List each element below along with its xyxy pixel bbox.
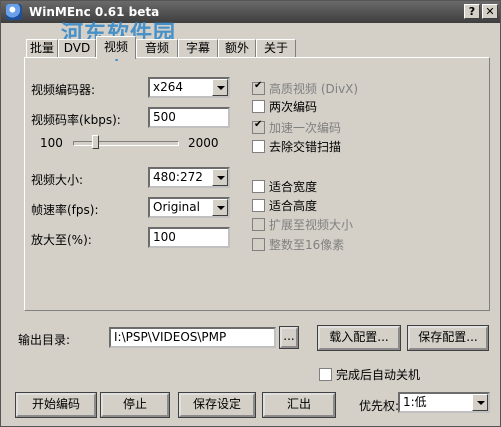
chevron-down-icon[interactable] <box>472 394 488 411</box>
zoom-label: 放大至(%): <box>31 233 92 247</box>
tab-audio[interactable]: 音频 <box>136 39 178 58</box>
save-config-button[interactable]: 保存配置... <box>408 326 488 350</box>
priority-value: 1:低 <box>403 395 427 409</box>
size-label: 视频大小: <box>31 173 84 187</box>
encoder-label: 视频编码器: <box>31 83 96 97</box>
start-encode-button[interactable]: 开始编码 <box>16 393 96 417</box>
fit-width-label: 适合宽度 <box>269 180 318 194</box>
checkbox-box[interactable] <box>252 119 265 134</box>
deinterlace-checkbox[interactable]: 去除交错扫描 <box>252 138 341 155</box>
close-button[interactable]: ✕ <box>482 4 498 19</box>
round-16-checkbox[interactable]: 整数至16像素 <box>252 236 344 253</box>
hq-video-checkbox[interactable]: 高质视频 (DivX) <box>252 80 358 97</box>
fast-first-pass-checkbox[interactable]: 加速一次编码 <box>252 119 341 136</box>
round-16-label: 整数至16像素 <box>269 238 345 252</box>
main-window: WinMEnc 0.61 beta ? ✕ 河东软件园 www.pc0359.c… <box>0 0 501 427</box>
size-value: 480:272 <box>153 170 203 184</box>
tab-extra[interactable]: 额外 <box>218 39 256 58</box>
chevron-down-icon[interactable] <box>212 79 228 96</box>
tab-batch[interactable]: 批量 <box>26 39 58 58</box>
save-settings-button[interactable]: 保存设定 <box>179 393 255 417</box>
slider-max-label: 2000 <box>188 136 219 150</box>
encoder-value: x264 <box>153 80 184 94</box>
bitrate-input[interactable]: 500 <box>148 107 230 128</box>
fit-height-label: 适合高度 <box>269 199 318 213</box>
slider-min-label: 100 <box>40 136 63 150</box>
fps-label: 帧速率(fps): <box>31 203 99 217</box>
chevron-down-icon[interactable] <box>212 199 228 216</box>
checkbox-box[interactable] <box>319 368 332 381</box>
export-button[interactable]: 汇出 <box>263 393 335 417</box>
auto-shutdown-label: 完成后自动关机 <box>336 368 421 382</box>
hq-video-label: 高质视频 (DivX) <box>269 82 359 96</box>
deinterlace-label: 去除交错扫描 <box>269 140 342 154</box>
checkbox-box[interactable] <box>252 100 265 113</box>
tab-video[interactable]: 视频 <box>96 36 136 59</box>
priority-label: 优先权: <box>359 399 400 413</box>
tab-about[interactable]: 关于 <box>256 39 296 58</box>
expand-to-size-checkbox[interactable]: 扩展至视频大小 <box>252 216 353 233</box>
stop-button[interactable]: 停止 <box>101 393 169 417</box>
checkbox-box[interactable] <box>252 140 265 153</box>
priority-select[interactable]: 1:低 <box>398 392 490 413</box>
output-dir-label: 输出目录: <box>18 333 71 347</box>
bitrate-label: 视频码率(kbps): <box>31 113 121 127</box>
fit-height-checkbox[interactable]: 适合高度 <box>252 197 317 214</box>
app-icon <box>6 4 22 20</box>
two-pass-label: 两次编码 <box>269 100 318 114</box>
tab-dvd[interactable]: DVD <box>58 39 96 58</box>
output-dir-input[interactable]: I:\PSP\VIDEOS\PMP <box>109 327 276 348</box>
size-select[interactable]: 480:272 <box>148 167 230 188</box>
fps-value: Original <box>153 200 200 214</box>
checkbox-box[interactable] <box>252 238 265 251</box>
fit-width-checkbox[interactable]: 适合宽度 <box>252 178 317 195</box>
checkbox-box[interactable] <box>252 199 265 212</box>
zoom-input[interactable]: 100 <box>148 227 230 248</box>
load-config-button[interactable]: 载入配置... <box>318 326 400 350</box>
tab-subtitle[interactable]: 字幕 <box>178 39 218 58</box>
fps-select[interactable]: Original <box>148 197 230 218</box>
fast-first-pass-label: 加速一次编码 <box>269 121 342 135</box>
help-button[interactable]: ? <box>464 4 480 19</box>
auto-shutdown-checkbox[interactable]: 完成后自动关机 <box>319 366 420 383</box>
bitrate-slider-track[interactable] <box>73 141 179 146</box>
browse-button[interactable]: ... <box>280 327 298 348</box>
checkbox-box[interactable] <box>252 80 265 95</box>
chevron-down-icon[interactable] <box>212 169 228 186</box>
encoder-select[interactable]: x264 <box>148 77 230 98</box>
two-pass-checkbox[interactable]: 两次编码 <box>252 98 317 115</box>
expand-to-size-label: 扩展至视频大小 <box>269 218 354 232</box>
bitrate-slider-handle[interactable] <box>91 135 99 149</box>
checkbox-box[interactable] <box>252 218 265 231</box>
checkbox-box[interactable] <box>252 180 265 193</box>
